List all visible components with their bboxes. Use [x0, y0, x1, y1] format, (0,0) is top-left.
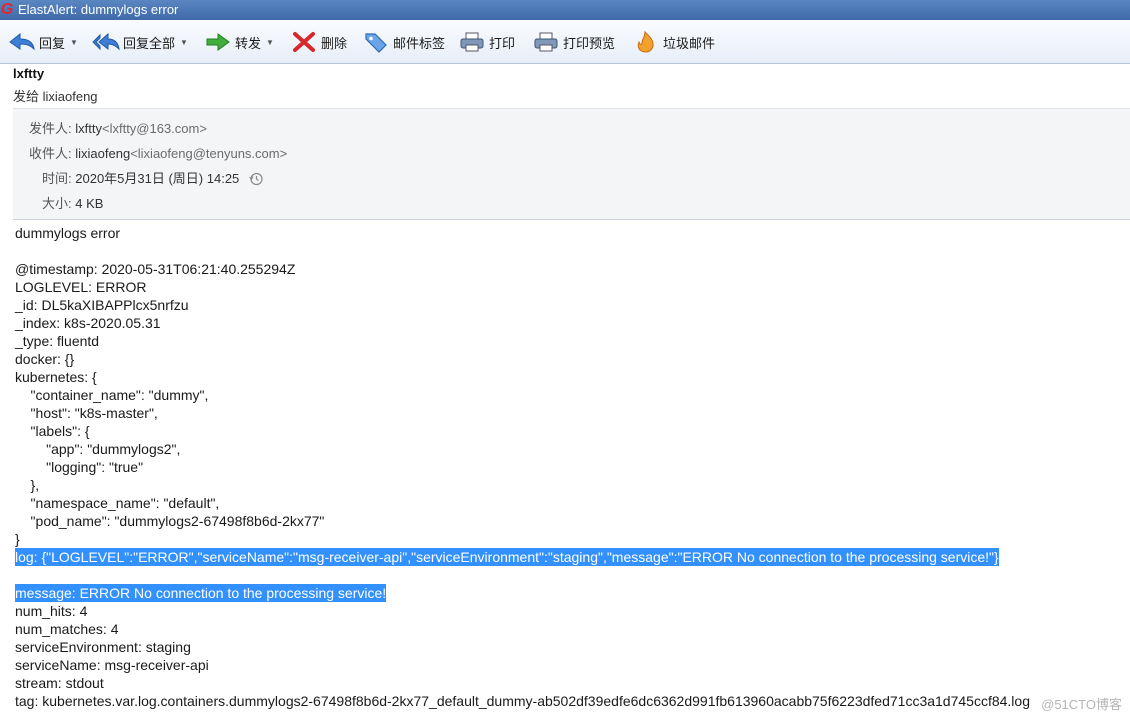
body-line: "app": "dummylogs2", — [15, 441, 181, 457]
chevron-down-icon[interactable]: ▼ — [266, 38, 274, 47]
time-row: 时间: 2020年5月31日 (周日) 14:25 — [42, 168, 263, 187]
print-preview-label: 打印预览 — [563, 35, 616, 51]
junk-label: 垃圾邮件 — [663, 35, 716, 51]
body-line: num_matches: 4 — [15, 621, 119, 637]
from-row: 发件人: lxftty<lxftty@163.com> — [29, 118, 207, 137]
print-label: 打印 — [489, 35, 516, 51]
time-label: 时间: — [42, 171, 72, 186]
watermark: @51CTO博客 — [1041, 697, 1122, 712]
print-preview-icon — [534, 32, 558, 52]
delete-button[interactable]: 删除 — [290, 29, 347, 55]
delete-x-icon — [293, 32, 315, 52]
body-line: num_hits: 4 — [15, 603, 88, 619]
to-label: 收件人: — [29, 146, 72, 161]
flame-icon — [637, 31, 654, 53]
body-line: "labels": { — [15, 423, 90, 439]
size-value: 4 KB — [75, 196, 104, 211]
reply-all-button[interactable]: 回复全部 ▼ — [92, 29, 188, 55]
title-bar: G ElastAlert: dummylogs error — [0, 0, 1130, 20]
body-line: @timestamp: 2020-05-31T06:21:40.255294Z — [15, 261, 296, 277]
tag-icon — [365, 33, 387, 53]
reply-all-label: 回复全部 — [123, 35, 176, 51]
to-address[interactable]: <lixiaofeng@tenyuns.com> — [130, 146, 287, 161]
to-row: 收件人: lixiaofeng<lixiaofeng@tenyuns.com> — [29, 143, 287, 162]
body-line: dummylogs error — [15, 225, 121, 241]
body-line: serviceName: msg-receiver-api — [15, 657, 209, 673]
reply-label: 回复 — [39, 35, 66, 51]
junk-button[interactable]: 垃圾邮件 — [632, 29, 715, 55]
size-label: 大小: — [42, 196, 72, 211]
reply-all-arrow-icon — [92, 32, 120, 51]
body-line: "namespace_name": "default", — [15, 495, 220, 511]
forward-label: 转发 — [235, 35, 262, 51]
body-line: kubernetes: { — [15, 369, 97, 385]
body-line: } — [15, 531, 20, 547]
forward-button[interactable]: 转发 ▼ — [204, 29, 274, 55]
app-logo-icon: G — [0, 1, 14, 18]
to-name[interactable]: lixiaofeng — [75, 146, 130, 161]
body-line: serviceEnvironment: staging — [15, 639, 191, 655]
reply-arrow-icon — [9, 32, 35, 51]
body-line: stream: stdout — [15, 675, 104, 691]
mail-meta-panel: 发件人: lxftty<lxftty@163.com> 收件人: lixiaof… — [13, 108, 1130, 220]
reply-button[interactable]: 回复 ▼ — [8, 29, 78, 55]
delete-label: 删除 — [321, 35, 348, 51]
body-line: _id: DL5kaXIBAPPlcx5nrfzu — [15, 297, 189, 313]
sent-to-line: 发给 lixiaofeng — [13, 89, 98, 104]
sender-name: lxftty — [13, 66, 45, 81]
body-line: _type: fluentd — [15, 333, 100, 349]
body-line: "host": "k8s-master", — [15, 405, 158, 421]
tag-label: 邮件标签 — [393, 35, 446, 51]
toolbar: 回复 ▼ 回复全部 ▼ 转发 ▼ 删除 邮件标签 打印 打印预览 垃圾邮件 — [0, 20, 1130, 64]
size-row: 大小: 4 KB — [42, 193, 103, 212]
print-preview-button[interactable]: 打印预览 — [532, 29, 615, 55]
body-line: "pod_name": "dummylogs2-67498f8b6d-2kx77… — [15, 513, 325, 529]
chevron-down-icon[interactable]: ▼ — [70, 38, 78, 47]
body-line: tag: kubernetes.var.log.containers.dummy… — [15, 693, 1030, 709]
time-value: 2020年5月31日 (周日) 14:25 — [75, 171, 240, 186]
body-line: }, — [15, 477, 40, 493]
tag-button[interactable]: 邮件标签 — [362, 29, 445, 55]
from-name[interactable]: lxftty — [75, 121, 102, 136]
body-line: _index: k8s-2020.05.31 — [15, 315, 161, 331]
print-button[interactable]: 打印 — [458, 29, 515, 55]
clock-history-icon[interactable] — [249, 172, 263, 186]
chevron-down-icon[interactable]: ▼ — [180, 38, 188, 47]
selected-body-line: log: {"LOGLEVEL":"ERROR","serviceName":"… — [15, 548, 999, 566]
from-address[interactable]: <lxftty@163.com> — [102, 121, 207, 136]
window-title: ElastAlert: dummylogs error — [18, 2, 179, 17]
body-line: "logging": "true" — [15, 459, 144, 475]
body-line: docker: {} — [15, 351, 75, 367]
forward-arrow-icon — [206, 33, 230, 51]
body-line: LOGLEVEL: ERROR — [15, 279, 147, 295]
from-label: 发件人: — [29, 121, 72, 136]
body-line: "container_name": "dummy", — [15, 387, 209, 403]
selected-body-line: message: ERROR No connection to the proc… — [15, 584, 387, 602]
printer-icon — [460, 32, 484, 52]
